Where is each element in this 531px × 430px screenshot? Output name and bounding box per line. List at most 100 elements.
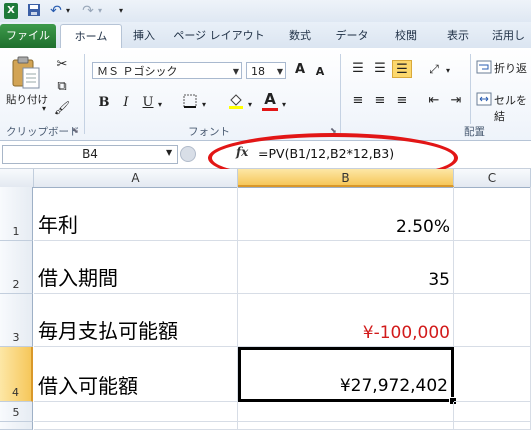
cut-icon[interactable]: ✂	[52, 56, 72, 74]
align-right-icon[interactable]: ≡	[392, 92, 412, 110]
wrap-text-icon[interactable]	[476, 60, 492, 74]
format-painter-icon[interactable]: 🖌	[52, 100, 72, 118]
paste-icon[interactable]	[10, 56, 42, 90]
cell-value: ¥27,972,402	[339, 376, 448, 396]
font-group-label: フォント	[188, 126, 230, 138]
orientation-icon[interactable]: ⤢	[424, 60, 444, 78]
cell-c1[interactable]	[454, 187, 531, 241]
cell-c5[interactable]	[454, 402, 531, 422]
tab-insert[interactable]: 挿入	[126, 25, 162, 48]
cell-a5[interactable]	[34, 402, 238, 422]
select-all-corner[interactable]	[0, 169, 34, 187]
align-middle-icon[interactable]: ☰	[370, 60, 390, 78]
cell-b2[interactable]: 35	[238, 241, 454, 294]
tab-home[interactable]: ホーム	[60, 24, 122, 50]
clipboard-launcher-icon[interactable]: ⬊	[72, 126, 79, 135]
cell-value: ¥-100,000	[362, 323, 450, 343]
fill-color-icon[interactable]	[226, 92, 246, 110]
tab-page-layout[interactable]: ページ レイアウト	[166, 25, 272, 48]
font-color-dropdown-icon[interactable]: ▾	[282, 100, 286, 109]
row-number: 5	[12, 406, 20, 419]
copy-icon[interactable]: ⧉	[52, 78, 72, 96]
fill-color-dropdown-icon[interactable]: ▾	[248, 100, 252, 109]
increase-indent-icon[interactable]: ⇥	[446, 92, 466, 110]
align-center-icon[interactable]: ≡	[370, 92, 390, 110]
redo-icon[interactable]: ↷	[80, 3, 96, 19]
customize-qat-icon[interactable]: ▾	[116, 3, 126, 19]
shrink-font-icon[interactable]: A	[310, 63, 330, 81]
cell-c6[interactable]	[454, 422, 531, 430]
undo-dropdown-icon[interactable]: ▾	[63, 3, 73, 19]
wrap-text-label[interactable]: 折り返	[494, 60, 527, 76]
row-number: 3	[12, 331, 20, 344]
cell-label: 毎月支払可能額	[38, 319, 178, 343]
cell-label: 年利	[38, 213, 78, 237]
chevron-down-icon: ▼	[232, 67, 239, 76]
save-icon[interactable]	[26, 3, 42, 19]
cell-b4-selected[interactable]: ¥27,972,402	[238, 347, 454, 402]
undo-icon[interactable]: ↶	[48, 3, 64, 19]
row-number: 4	[12, 386, 19, 399]
row-header-6[interactable]	[0, 422, 33, 430]
row-number: 1	[12, 225, 20, 238]
cell-b3[interactable]: ¥-100,000	[238, 294, 454, 347]
font-color-bar	[262, 108, 278, 111]
tab-review[interactable]: 校閲	[384, 25, 428, 48]
column-header-c[interactable]: C	[454, 169, 531, 187]
cell-b6[interactable]	[238, 422, 454, 430]
underline-button[interactable]: U	[138, 94, 158, 112]
cell-a3[interactable]: 毎月支払可能額	[34, 294, 238, 347]
divider	[470, 54, 471, 124]
cell-c3[interactable]	[454, 294, 531, 347]
cell-c4[interactable]	[454, 347, 531, 402]
align-bottom-icon[interactable]: ☰	[392, 60, 412, 78]
cell-a4[interactable]: 借入可能額	[34, 347, 238, 402]
row-header-4[interactable]: 4	[0, 347, 33, 402]
italic-button[interactable]: I	[116, 94, 136, 112]
cell-label: 借入期間	[38, 266, 118, 290]
orientation-dropdown-icon[interactable]: ▾	[446, 66, 450, 75]
column-header-b[interactable]: B	[238, 169, 454, 187]
grow-font-icon[interactable]: A	[290, 61, 310, 79]
cell-value: 35	[428, 270, 450, 290]
font-size-combo[interactable]: 18 ▼	[246, 62, 286, 79]
alignment-group-label: 配置	[464, 126, 485, 138]
merge-center-icon[interactable]	[476, 92, 492, 106]
bold-button[interactable]: B	[94, 94, 114, 112]
chevron-down-icon: ▼	[276, 67, 283, 76]
merge-center-label[interactable]: セルを結	[494, 92, 531, 124]
row-header-2[interactable]: 2	[0, 241, 33, 294]
decrease-indent-icon[interactable]: ⇤	[424, 92, 444, 110]
underline-dropdown-icon[interactable]: ▾	[158, 100, 162, 109]
borders-dropdown-icon[interactable]: ▾	[202, 100, 206, 109]
cell-b5[interactable]	[238, 402, 454, 422]
font-size-value: 18	[251, 65, 265, 78]
clipboard-group-label: クリップボード	[6, 126, 80, 138]
tab-data[interactable]: データ	[328, 25, 376, 48]
row-header-1[interactable]: 1	[0, 187, 33, 241]
column-header-a[interactable]: A	[34, 169, 238, 187]
name-box[interactable]: B4	[2, 145, 178, 164]
formula-bar-circle-icon	[180, 146, 196, 162]
row-number: 2	[12, 278, 20, 291]
font-color-icon[interactable]: A	[260, 90, 280, 108]
cell-a6[interactable]	[34, 422, 238, 430]
redo-dropdown-icon[interactable]: ▾	[95, 3, 105, 19]
name-box-dropdown-icon[interactable]: ▼	[166, 148, 172, 157]
paste-dropdown-icon[interactable]: ▾	[42, 104, 46, 113]
cell-c2[interactable]	[454, 241, 531, 294]
tab-file[interactable]: ファイル	[0, 24, 56, 48]
row-header-5[interactable]: 5	[0, 402, 33, 422]
align-left-icon[interactable]: ≡	[348, 92, 368, 110]
tab-view[interactable]: 表示	[436, 25, 480, 48]
excel-icon[interactable]: X	[4, 3, 18, 19]
align-top-icon[interactable]: ☰	[348, 60, 368, 78]
cell-b1[interactable]: 2.50%	[238, 187, 454, 241]
borders-icon[interactable]	[180, 94, 200, 112]
tab-developer[interactable]: 活用し	[486, 25, 531, 48]
cell-a2[interactable]: 借入期間	[34, 241, 238, 294]
row-header-3[interactable]: 3	[0, 294, 33, 347]
cell-a1[interactable]: 年利	[34, 187, 238, 241]
tab-formulas[interactable]: 数式	[280, 25, 320, 48]
font-name-combo[interactable]: ＭＳ Ｐゴシック ▼	[92, 62, 242, 79]
